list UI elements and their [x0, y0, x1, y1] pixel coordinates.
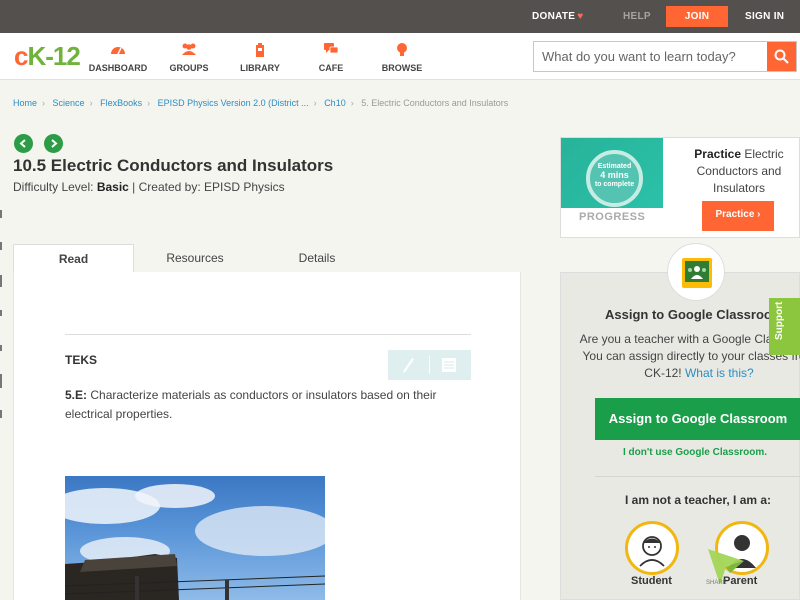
join-button[interactable]: JOIN — [666, 6, 728, 27]
teks-text: 5.E: Characterize materials as conductor… — [65, 388, 437, 421]
chevron-right-icon — [51, 139, 58, 148]
notes-icon[interactable] — [441, 357, 457, 373]
page-title: 10.5 Electric Conductors and Insulators — [13, 156, 334, 175]
library-icon — [225, 42, 295, 58]
breadcrumb-chapter[interactable]: Ch10 — [324, 98, 346, 108]
practice-image: Estimated 4 mins to complete — [561, 138, 663, 208]
search-button[interactable] — [767, 42, 796, 71]
assign-title: Assign to Google Classroom — [605, 307, 784, 322]
nav-cafe[interactable]: CAFE — [296, 42, 366, 73]
nav-browse[interactable]: BROWSE — [367, 42, 437, 73]
breadcrumb-flexbooks[interactable]: FlexBooks — [100, 98, 142, 108]
power-lines-photo — [65, 476, 325, 600]
chat-bubbles-icon — [296, 42, 366, 58]
progress-label: PROGRESS — [579, 211, 646, 223]
chevron-right-icon: › — [757, 209, 761, 220]
what-is-this-link[interactable]: What is this? — [685, 366, 754, 380]
pencil-icon[interactable] — [401, 356, 417, 374]
article-meta: Difficulty Level: Basic | Created by: EP… — [13, 180, 285, 194]
groups-icon — [154, 42, 224, 58]
support-tab[interactable]: Support — [769, 298, 800, 355]
divider — [65, 334, 471, 335]
sign-in-link[interactable]: SIGN IN — [745, 0, 784, 33]
top-bar: DONATE ♥ HELP JOIN SIGN IN — [0, 0, 800, 33]
tab-details[interactable]: Details — [256, 244, 378, 273]
chevron-left-icon — [19, 139, 26, 148]
nav-dashboard[interactable]: DASHBOARD — [83, 42, 153, 73]
student-avatar-icon — [639, 536, 665, 567]
difficulty-level: Basic — [96, 180, 129, 194]
assign-description: Are you a teacher with a Google Classroo… — [579, 332, 800, 380]
breadcrumb-home[interactable]: Home — [13, 98, 37, 108]
nav-library[interactable]: LIBRARY — [225, 42, 295, 73]
tab-read[interactable]: Read — [13, 244, 134, 273]
main-header: cK-12 DASHBOARD GROUPS LIBRARY CAFE BROW… — [0, 33, 800, 80]
lightbulb-icon — [367, 42, 437, 58]
student-label: Student — [631, 575, 672, 587]
assign-google-classroom-button[interactable]: Assign to Google Classroom — [595, 398, 800, 440]
not-teacher-heading: I am not a teacher, I am a: — [625, 493, 772, 507]
read-content: TEKS 5.E: Characterize materials as cond… — [13, 272, 521, 600]
search-box — [533, 41, 797, 72]
dont-use-google-classroom-link[interactable]: I don't use Google Classroom. — [623, 447, 767, 458]
teks-heading: TEKS — [65, 353, 98, 367]
tab-resources[interactable]: Resources — [134, 244, 256, 273]
breadcrumb: Home › Science › FlexBooks › EPISD Physics … — [13, 98, 509, 108]
heart-icon: ♥ — [577, 11, 584, 22]
divider — [595, 476, 800, 477]
donate-link[interactable]: DONATE ♥ — [532, 0, 584, 33]
google-classroom-icon — [667, 243, 725, 301]
content-tabs: Read Resources Details — [13, 244, 521, 273]
nav-groups[interactable]: GROUPS — [154, 42, 224, 73]
breadcrumb-book[interactable]: EPISD Physics Version 2.0 (District ... — [158, 98, 309, 108]
search-input[interactable] — [534, 42, 768, 71]
practice-card: Estimated 4 mins to complete PROGRESS Pr… — [560, 137, 800, 238]
practice-title: Practice Electric Conductors and Insulat… — [694, 147, 784, 195]
edit-tools — [388, 350, 471, 380]
ck12-logo[interactable]: cK-12 — [14, 41, 81, 72]
breadcrumb-science[interactable]: Science — [53, 98, 85, 108]
google-classroom-panel: Assign to Google Classroom Are you a tea… — [560, 243, 800, 600]
search-icon — [774, 49, 789, 64]
next-button[interactable] — [44, 134, 63, 153]
estimated-time-badge: Estimated 4 mins to complete — [586, 150, 643, 207]
breadcrumb-current: 5. Electric Conductors and Insulators — [361, 98, 509, 108]
practice-button[interactable]: Practice › — [702, 201, 774, 231]
share-label: SHARE — [706, 580, 727, 586]
dashboard-icon — [83, 42, 153, 58]
previous-button[interactable] — [14, 134, 33, 153]
student-role-button[interactable] — [625, 521, 679, 575]
help-link[interactable]: HELP — [623, 0, 651, 33]
